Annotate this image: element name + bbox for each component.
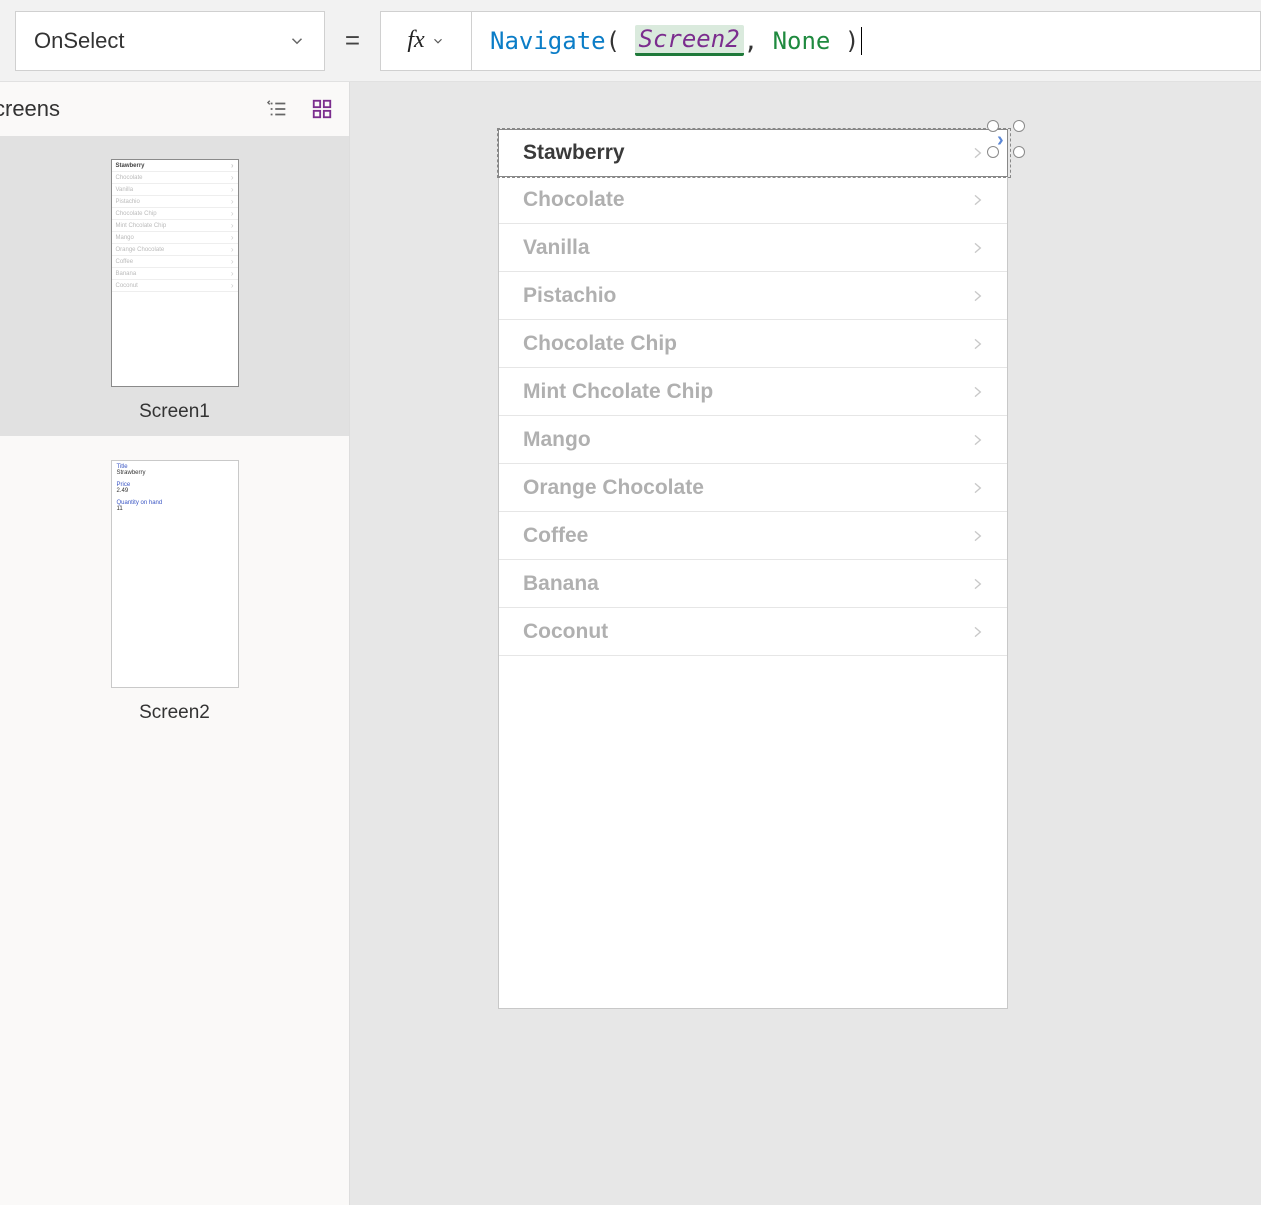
fx-label: fx — [407, 27, 424, 54]
chevron-right-icon[interactable] — [969, 381, 985, 403]
gallery-row[interactable]: Mint Chcolate Chip — [499, 368, 1007, 416]
property-name: OnSelect — [34, 28, 125, 54]
formula-token-close: ) — [845, 27, 859, 55]
mini-row: Vanilla› — [112, 184, 238, 196]
gallery-row[interactable]: Pistachio — [499, 272, 1007, 320]
gallery-row-label: Mango — [523, 428, 591, 452]
formula-token-arg2: None — [773, 27, 831, 55]
gallery-row[interactable]: Mango — [499, 416, 1007, 464]
chevron-right-icon[interactable] — [969, 333, 985, 355]
chevron-right-icon[interactable] — [969, 189, 985, 211]
chevron-right-icon[interactable] — [969, 429, 985, 451]
chevron-down-icon — [288, 32, 306, 50]
screen-thumbnail-screen2[interactable]: TitleStrawberryPrice2.49Quantity on hand… — [0, 436, 349, 736]
mini-row: Orange Chocolate› — [112, 244, 238, 256]
mini-row: Mango› — [112, 232, 238, 244]
gallery-row[interactable]: Coconut — [499, 608, 1007, 656]
mini-field-label: Title — [112, 461, 238, 470]
mini-field-label: Price — [112, 479, 238, 488]
mini-row: Chocolate› — [112, 172, 238, 184]
formula-token-arg1: Screen2 — [635, 25, 744, 56]
gallery-row[interactable]: Banana — [499, 560, 1007, 608]
screens-panel-header: creens — [0, 82, 349, 137]
gallery-row-label: Pistachio — [523, 284, 616, 308]
screen1-preview: Stawberry›Chocolate›Vanilla›Pistachio›Ch… — [111, 159, 239, 387]
mini-row: Chocolate Chip› — [112, 208, 238, 220]
selection-handles[interactable]: › — [987, 120, 1025, 158]
mini-row: Coconut› — [112, 280, 238, 292]
text-caret — [861, 27, 862, 55]
mini-row: Coffee› — [112, 256, 238, 268]
mini-row: Stawberry› — [112, 160, 238, 172]
grid-view-icon[interactable] — [311, 98, 333, 120]
formula-token-func: Navigate — [490, 27, 606, 55]
chevron-right-icon[interactable] — [969, 237, 985, 259]
screens-panel: creens Stawberry›Chocolate›Vanilla›Pista… — [0, 82, 350, 1205]
gallery-row[interactable]: Vanilla — [499, 224, 1007, 272]
equals-sign: = — [325, 25, 380, 56]
gallery-row[interactable]: Chocolate — [499, 176, 1007, 224]
gallery-row-label: Banana — [523, 572, 599, 596]
screen2-label: Screen2 — [139, 702, 210, 724]
gallery-row[interactable]: Chocolate Chip — [499, 320, 1007, 368]
mini-field-value: 11 — [112, 506, 238, 515]
chevron-right-icon[interactable] — [969, 142, 985, 164]
mini-row: Pistachio› — [112, 196, 238, 208]
screens-panel-title: creens — [0, 96, 60, 122]
gallery-row-label: Orange Chocolate — [523, 476, 704, 500]
chevron-right-icon[interactable] — [969, 621, 985, 643]
design-canvas[interactable]: Stawberry Chocolate Vanilla Pistachio Chocol… — [350, 82, 1261, 1205]
formula-input[interactable]: Navigate ( Screen2 , None ) — [472, 11, 1261, 71]
gallery-row[interactable]: Coffee — [499, 512, 1007, 560]
screen-thumbnails: Stawberry›Chocolate›Vanilla›Pistachio›Ch… — [0, 137, 349, 736]
screen2-preview: TitleStrawberryPrice2.49Quantity on hand… — [111, 460, 239, 688]
mini-field-value: Strawberry — [112, 470, 238, 479]
gallery-row-label: Chocolate — [523, 188, 625, 212]
mini-field-label: Quantity on hand — [112, 497, 238, 506]
phone-screen[interactable]: Stawberry Chocolate Vanilla Pistachio Chocol… — [498, 129, 1008, 1009]
mini-field-value: 2.49 — [112, 488, 238, 497]
formula-bar: OnSelect = fx Navigate ( Screen2 , None … — [0, 0, 1261, 82]
chevron-right-icon[interactable] — [969, 285, 985, 307]
screens-panel-toolbar — [267, 98, 333, 120]
mini-row: Mint Chcolate Chip› — [112, 220, 238, 232]
gallery-row-label: Vanilla — [523, 236, 590, 260]
chevron-right-icon[interactable] — [969, 573, 985, 595]
formula-token-comma: , — [744, 27, 758, 55]
gallery-row[interactable]: Orange Chocolate — [499, 464, 1007, 512]
fx-button[interactable]: fx — [380, 11, 472, 71]
list-collapse-icon[interactable] — [267, 98, 289, 120]
chevron-right-icon[interactable] — [969, 477, 985, 499]
gallery-row[interactable]: Stawberry — [498, 129, 1008, 177]
property-dropdown[interactable]: OnSelect — [15, 11, 325, 71]
chevron-right-icon[interactable] — [969, 525, 985, 547]
formula-token-open: ( — [606, 27, 620, 55]
gallery-row-label: Stawberry — [523, 141, 625, 165]
gallery-row-label: Mint Chcolate Chip — [523, 380, 713, 404]
gallery-row-label: Coconut — [523, 620, 608, 644]
screen-thumbnail-screen1[interactable]: Stawberry›Chocolate›Vanilla›Pistachio›Ch… — [0, 137, 349, 436]
mini-row: Banana› — [112, 268, 238, 280]
gallery-row-label: Chocolate Chip — [523, 332, 677, 356]
chevron-down-icon — [431, 34, 445, 48]
screen1-label: Screen1 — [139, 401, 210, 423]
gallery-row-label: Coffee — [523, 524, 588, 548]
